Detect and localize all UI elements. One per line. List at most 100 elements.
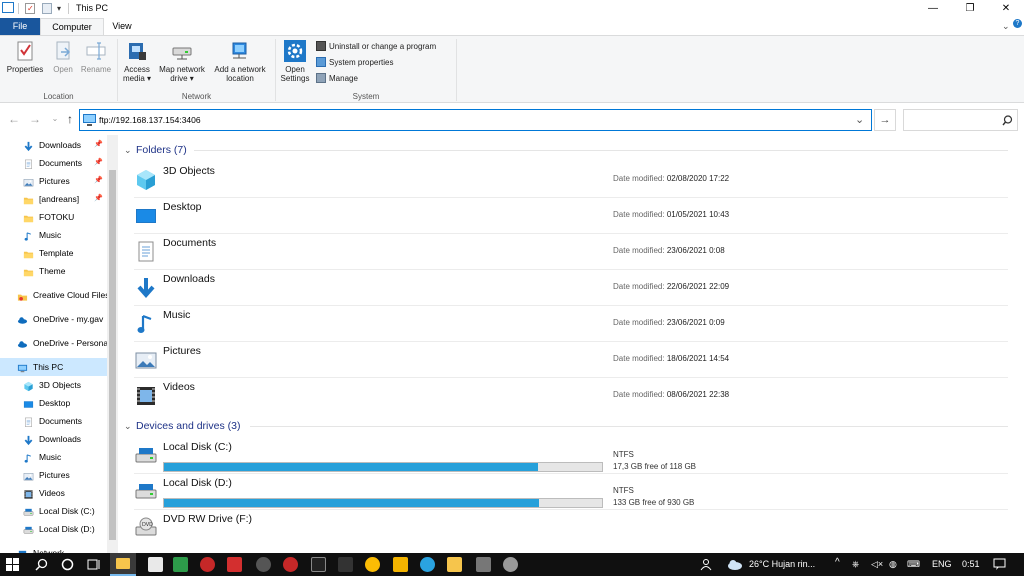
nav-item-downloads[interactable]: Downloads: [0, 430, 107, 448]
folder-row[interactable]: Music Date modified: 23/06/2021 0:09: [120, 306, 1024, 342]
add-network-location-icon: [229, 40, 251, 62]
nav-item-andreans[interactable]: [andreans] 📌: [0, 190, 107, 208]
up-arrow-icon[interactable]: ↑: [63, 112, 77, 126]
notifications-icon[interactable]: [993, 558, 1006, 570]
nav-item-template[interactable]: Template: [0, 244, 107, 262]
forward-arrow-icon[interactable]: →: [28, 112, 42, 126]
nav-item-creative-cloud-files[interactable]: Creative Cloud Files: [0, 286, 107, 304]
taskbar-app-icon[interactable]: [283, 557, 298, 572]
nav-item-music[interactable]: Music: [0, 448, 107, 466]
taskbar-app-icon[interactable]: [447, 557, 462, 572]
nav-item-pictures[interactable]: Pictures 📌: [0, 172, 107, 190]
people-icon[interactable]: [700, 558, 713, 571]
drive-row[interactable]: Local Disk (C:) NTFS 17,3 GB free of 118 G…: [120, 438, 1024, 474]
windows-start-icon[interactable]: [6, 558, 19, 571]
nav-item-documents[interactable]: Documents: [0, 412, 107, 430]
address-path[interactable]: ftp://192.168.137.154:3406: [99, 115, 201, 125]
excel-icon[interactable]: [173, 557, 188, 572]
clock-time[interactable]: 0:51: [962, 559, 980, 569]
tiktok-icon[interactable]: [311, 557, 326, 572]
taskbar-app-icon[interactable]: [393, 557, 408, 572]
devices-group-header[interactable]: ⌄ Devices and drives (3): [124, 418, 240, 434]
search-icon[interactable]: [35, 558, 48, 571]
taskbar-app-icon[interactable]: [227, 557, 242, 572]
nav-item-theme[interactable]: Theme: [0, 262, 107, 280]
nav-item-videos[interactable]: Videos: [0, 484, 107, 502]
folder-row[interactable]: Desktop Date modified: 01/05/2021 10:43: [120, 198, 1024, 234]
taskbar-app-icon[interactable]: [256, 557, 271, 572]
tab-computer[interactable]: Computer: [40, 18, 104, 35]
task-view-icon[interactable]: [87, 558, 100, 571]
manage-button[interactable]: Manage: [316, 73, 358, 85]
rename-label: Rename: [80, 65, 112, 74]
folder-row[interactable]: Videos Date modified: 08/06/2021 22:38: [120, 378, 1024, 414]
folder-row[interactable]: Pictures Date modified: 18/06/2021 14:54: [120, 342, 1024, 378]
music-icon: [23, 452, 34, 463]
nav-item-network[interactable]: Network: [0, 544, 107, 553]
system-properties-button[interactable]: System properties: [316, 57, 393, 69]
folders-group-header[interactable]: ⌄ Folders (7): [124, 142, 187, 158]
nav-scrollbar-thumb[interactable]: [109, 170, 116, 540]
recent-locations-icon[interactable]: ⌄: [48, 112, 62, 126]
minimize-button[interactable]: —: [915, 0, 951, 17]
taskbar-app-icon[interactable]: [503, 557, 518, 572]
nav-item-music[interactable]: Music: [0, 226, 107, 244]
folder-row[interactable]: 3D Objects Date modified: 02/08/2020 17:2…: [120, 162, 1024, 198]
language-globe-icon[interactable]: ◍: [889, 559, 897, 570]
collapse-ribbon-icon[interactable]: ⌄: [1002, 21, 1010, 32]
help-icon[interactable]: ?: [1013, 19, 1022, 28]
file-explorer-taskbar-button[interactable]: [110, 553, 136, 576]
go-button[interactable]: →: [874, 109, 896, 131]
properties-button[interactable]: Properties: [4, 40, 46, 74]
new-folder-quick-icon[interactable]: [42, 3, 52, 14]
nav-item-local-disk-d[interactable]: Local Disk (D:): [0, 520, 107, 538]
input-language[interactable]: ENG: [932, 559, 952, 569]
telegram-icon[interactable]: [420, 557, 435, 572]
weather-text[interactable]: 26°C Hujan rin...: [749, 559, 815, 569]
network-status-icon[interactable]: ⎈: [852, 559, 859, 570]
add-network-location-button[interactable]: Add a network location: [210, 40, 270, 83]
tab-file[interactable]: File: [0, 18, 40, 35]
taskbar-app-icon[interactable]: [338, 557, 353, 572]
taskbar-app-icon[interactable]: [200, 557, 215, 572]
taskbar-app-icon[interactable]: [476, 557, 491, 572]
volume-icon[interactable]: ◁×: [871, 559, 883, 570]
rename-button[interactable]: Rename: [79, 40, 113, 74]
nav-item-desktop[interactable]: Desktop: [0, 394, 107, 412]
nav-item-downloads[interactable]: Downloads 📌: [0, 136, 107, 154]
address-bar[interactable]: ftp://192.168.137.154:3406 ⌄: [79, 109, 872, 131]
properties-quick-icon[interactable]: ✓: [25, 3, 35, 14]
close-button[interactable]: ✕: [988, 0, 1024, 17]
cortana-icon[interactable]: [61, 558, 74, 571]
folder-row[interactable]: Downloads Date modified: 22/06/2021 22:09: [120, 270, 1024, 306]
back-arrow-icon[interactable]: ←: [7, 112, 21, 126]
nav-item-documents[interactable]: Documents 📌: [0, 154, 107, 172]
nav-item-onedrive-my-gav[interactable]: OneDrive - my.gav: [0, 310, 107, 328]
quick-access-dropdown-icon[interactable]: ▾: [57, 4, 61, 13]
nav-item-local-disk-c[interactable]: Local Disk (C:): [0, 502, 107, 520]
nav-item-this-pc[interactable]: This PC: [0, 358, 107, 376]
address-dropdown-icon[interactable]: ⌄: [855, 113, 864, 126]
folder-row[interactable]: Documents Date modified: 23/06/2021 0:08: [120, 234, 1024, 270]
date-modified: Date modified: 23/06/2021 0:09: [613, 318, 725, 327]
weather-cloud-icon[interactable]: [727, 559, 743, 570]
access-media-button[interactable]: Access media ▾: [120, 40, 154, 83]
drive-name: Local Disk (C:): [163, 441, 232, 453]
restore-button[interactable]: ❐: [952, 0, 988, 17]
open-settings-button[interactable]: Open Settings: [278, 40, 312, 83]
drive-row[interactable]: DVD DVD RW Drive (F:): [120, 510, 1024, 546]
nav-item-pictures[interactable]: Pictures: [0, 466, 107, 484]
chrome-icon[interactable]: [365, 557, 380, 572]
open-button[interactable]: Open: [48, 40, 78, 74]
nav-item-onedrive-personal[interactable]: OneDrive - Personal: [0, 334, 107, 352]
tab-view[interactable]: View: [104, 18, 140, 35]
show-hidden-icons-icon[interactable]: ^: [835, 557, 840, 568]
taskbar-app-icon[interactable]: [148, 557, 163, 572]
drive-row[interactable]: Local Disk (D:) NTFS 133 GB free of 930 GB: [120, 474, 1024, 510]
search-input[interactable]: [903, 109, 1018, 131]
keyboard-icon[interactable]: ⌨: [907, 559, 920, 570]
nav-item-fotoku[interactable]: FOTOKU: [0, 208, 107, 226]
nav-item-3d-objects[interactable]: 3D Objects: [0, 376, 107, 394]
uninstall-program-button[interactable]: Uninstall or change a program: [316, 41, 436, 53]
map-network-drive-button[interactable]: Map network drive ▾: [155, 40, 209, 83]
